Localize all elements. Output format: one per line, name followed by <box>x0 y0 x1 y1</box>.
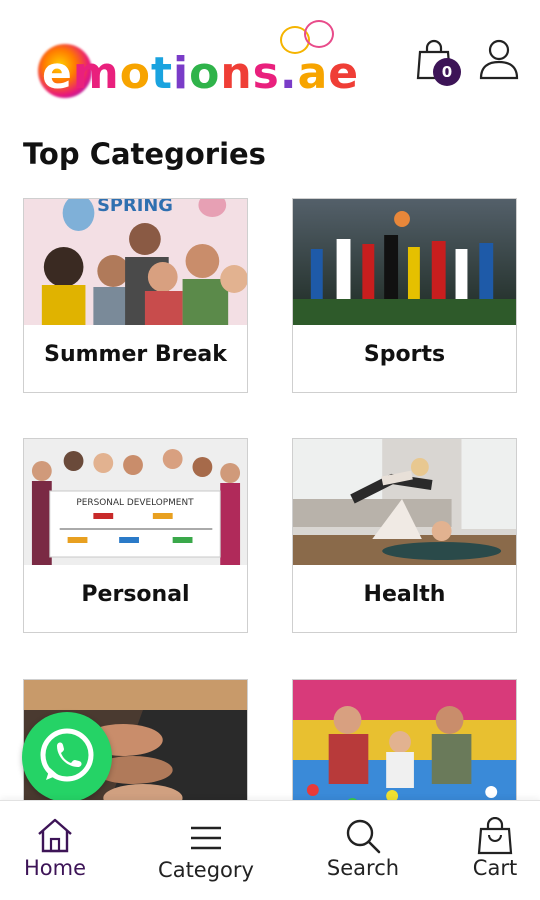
category-label: Health <box>363 582 446 607</box>
category-card-sports[interactable]: Sports <box>292 198 517 393</box>
category-label: Sports <box>363 342 446 367</box>
whatsapp-button[interactable] <box>22 712 112 802</box>
nav-cart[interactable]: Cart <box>440 801 540 900</box>
category-label: Summer Break <box>44 342 227 367</box>
category-card-health[interactable]: Health <box>292 438 517 633</box>
search-icon <box>346 819 381 854</box>
nav-cart-label: Cart <box>472 856 518 880</box>
svg-text:PERSONAL DEVELOPMENT: PERSONAL DEVELOPMENT <box>76 498 194 508</box>
bottom-navigation: Home Category Search Cart <box>0 800 540 900</box>
sports-image <box>293 199 516 325</box>
nav-search-label: Search <box>326 856 400 880</box>
brand-logo[interactable]: emotions.ae <box>34 20 358 110</box>
menu-icon <box>191 826 221 850</box>
category-card-6[interactable] <box>292 679 517 819</box>
nav-home-label: Home <box>23 856 86 880</box>
personal-image: PERSONAL DEVELOPMENT <box>24 439 247 565</box>
category-label: Personal <box>81 582 190 607</box>
user-icon[interactable] <box>478 38 520 80</box>
home-icon <box>38 818 72 853</box>
health-image <box>293 439 516 565</box>
bag-icon <box>477 817 513 855</box>
nav-search[interactable]: Search <box>308 801 418 900</box>
section-title: Top Categories <box>23 137 266 171</box>
logo-faces-icon <box>280 20 340 56</box>
nav-category[interactable]: Category <box>151 801 261 900</box>
nav-home[interactable]: Home <box>0 801 110 900</box>
svg-text:SPRING: SPRING <box>97 199 173 216</box>
whatsapp-icon <box>40 728 94 782</box>
category-card-personal[interactable]: PERSONAL DEVELOPMENT Personal <box>23 438 248 633</box>
nav-category-label: Category <box>158 858 254 882</box>
cart-count-badge: 0 <box>433 58 461 86</box>
category-card-summer-break[interactable]: SPRING Summer Break <box>23 198 248 393</box>
category-6-image <box>293 680 516 818</box>
summer-break-image: SPRING <box>24 199 247 325</box>
app-header: emotions.ae 0 <box>0 0 540 120</box>
